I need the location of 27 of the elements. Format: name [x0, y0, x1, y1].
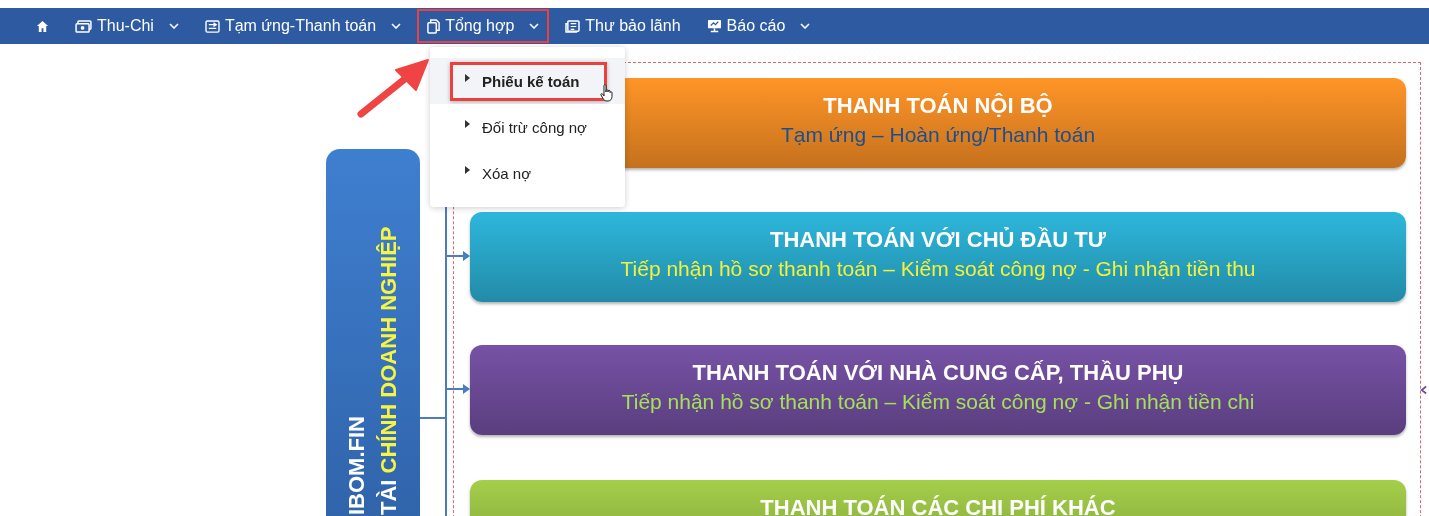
nav-menu-item[interactable]: Báo cáo — [696, 9, 821, 43]
caret-right-icon — [465, 74, 470, 82]
nav-menu-item[interactable]: Tổng hợp — [417, 9, 550, 43]
banknote-icon — [75, 19, 92, 33]
documents-icon — [427, 18, 441, 34]
newspaper-icon — [565, 19, 581, 33]
card-title: THANH TOÁN CÁC CHI PHÍ KHÁC — [760, 494, 1116, 516]
nav-menu-item[interactable]: Thư bảo lãnh — [555, 9, 691, 43]
hand-pointer-icon — [600, 84, 614, 102]
dropdown-item[interactable]: Xóa nợ — [430, 150, 625, 196]
nav-menu-item[interactable]: Tạm ứng-Thanh toán — [194, 9, 412, 43]
root-subtitle: TÀI CHÍNH DOANH NGHIỆP — [375, 225, 402, 515]
root-title: IBOM.FIN — [343, 415, 370, 515]
nav-menu-item[interactable]: Thu-Chi — [65, 9, 189, 43]
card-subtitle: Tiếp nhận hồ sơ thanh toán – Kiểm soát công nợ - Ghi nhận tiền thu — [620, 256, 1256, 282]
card-subtitle: Tạm ứng – Hoàn ứng/Thanh toán — [780, 122, 1096, 148]
monitor-icon — [706, 19, 722, 33]
form-icon — [204, 19, 220, 33]
chevron-left-icon — [1420, 385, 1427, 395]
dropdown-item[interactable]: Đối trừ công nợ — [430, 104, 625, 150]
home-icon — [36, 19, 49, 33]
dropdown-item[interactable]: Phiếu kế toán — [430, 58, 625, 104]
card-title: THANH TOÁN VỚI NHÀ CUNG CẤP, THẦU PHỤ — [692, 359, 1184, 387]
caret-right-icon — [465, 166, 470, 174]
card-title: THANH TOÁN VỚI CHỦ ĐẦU TƯ — [769, 226, 1107, 254]
card-subtitle: Tiếp nhận hồ sơ thanh toán – Kiểm soát công nợ - Ghi nhận tiền chi — [621, 389, 1255, 415]
card-title: THANH TOÁN NỘI BỘ — [823, 92, 1053, 120]
